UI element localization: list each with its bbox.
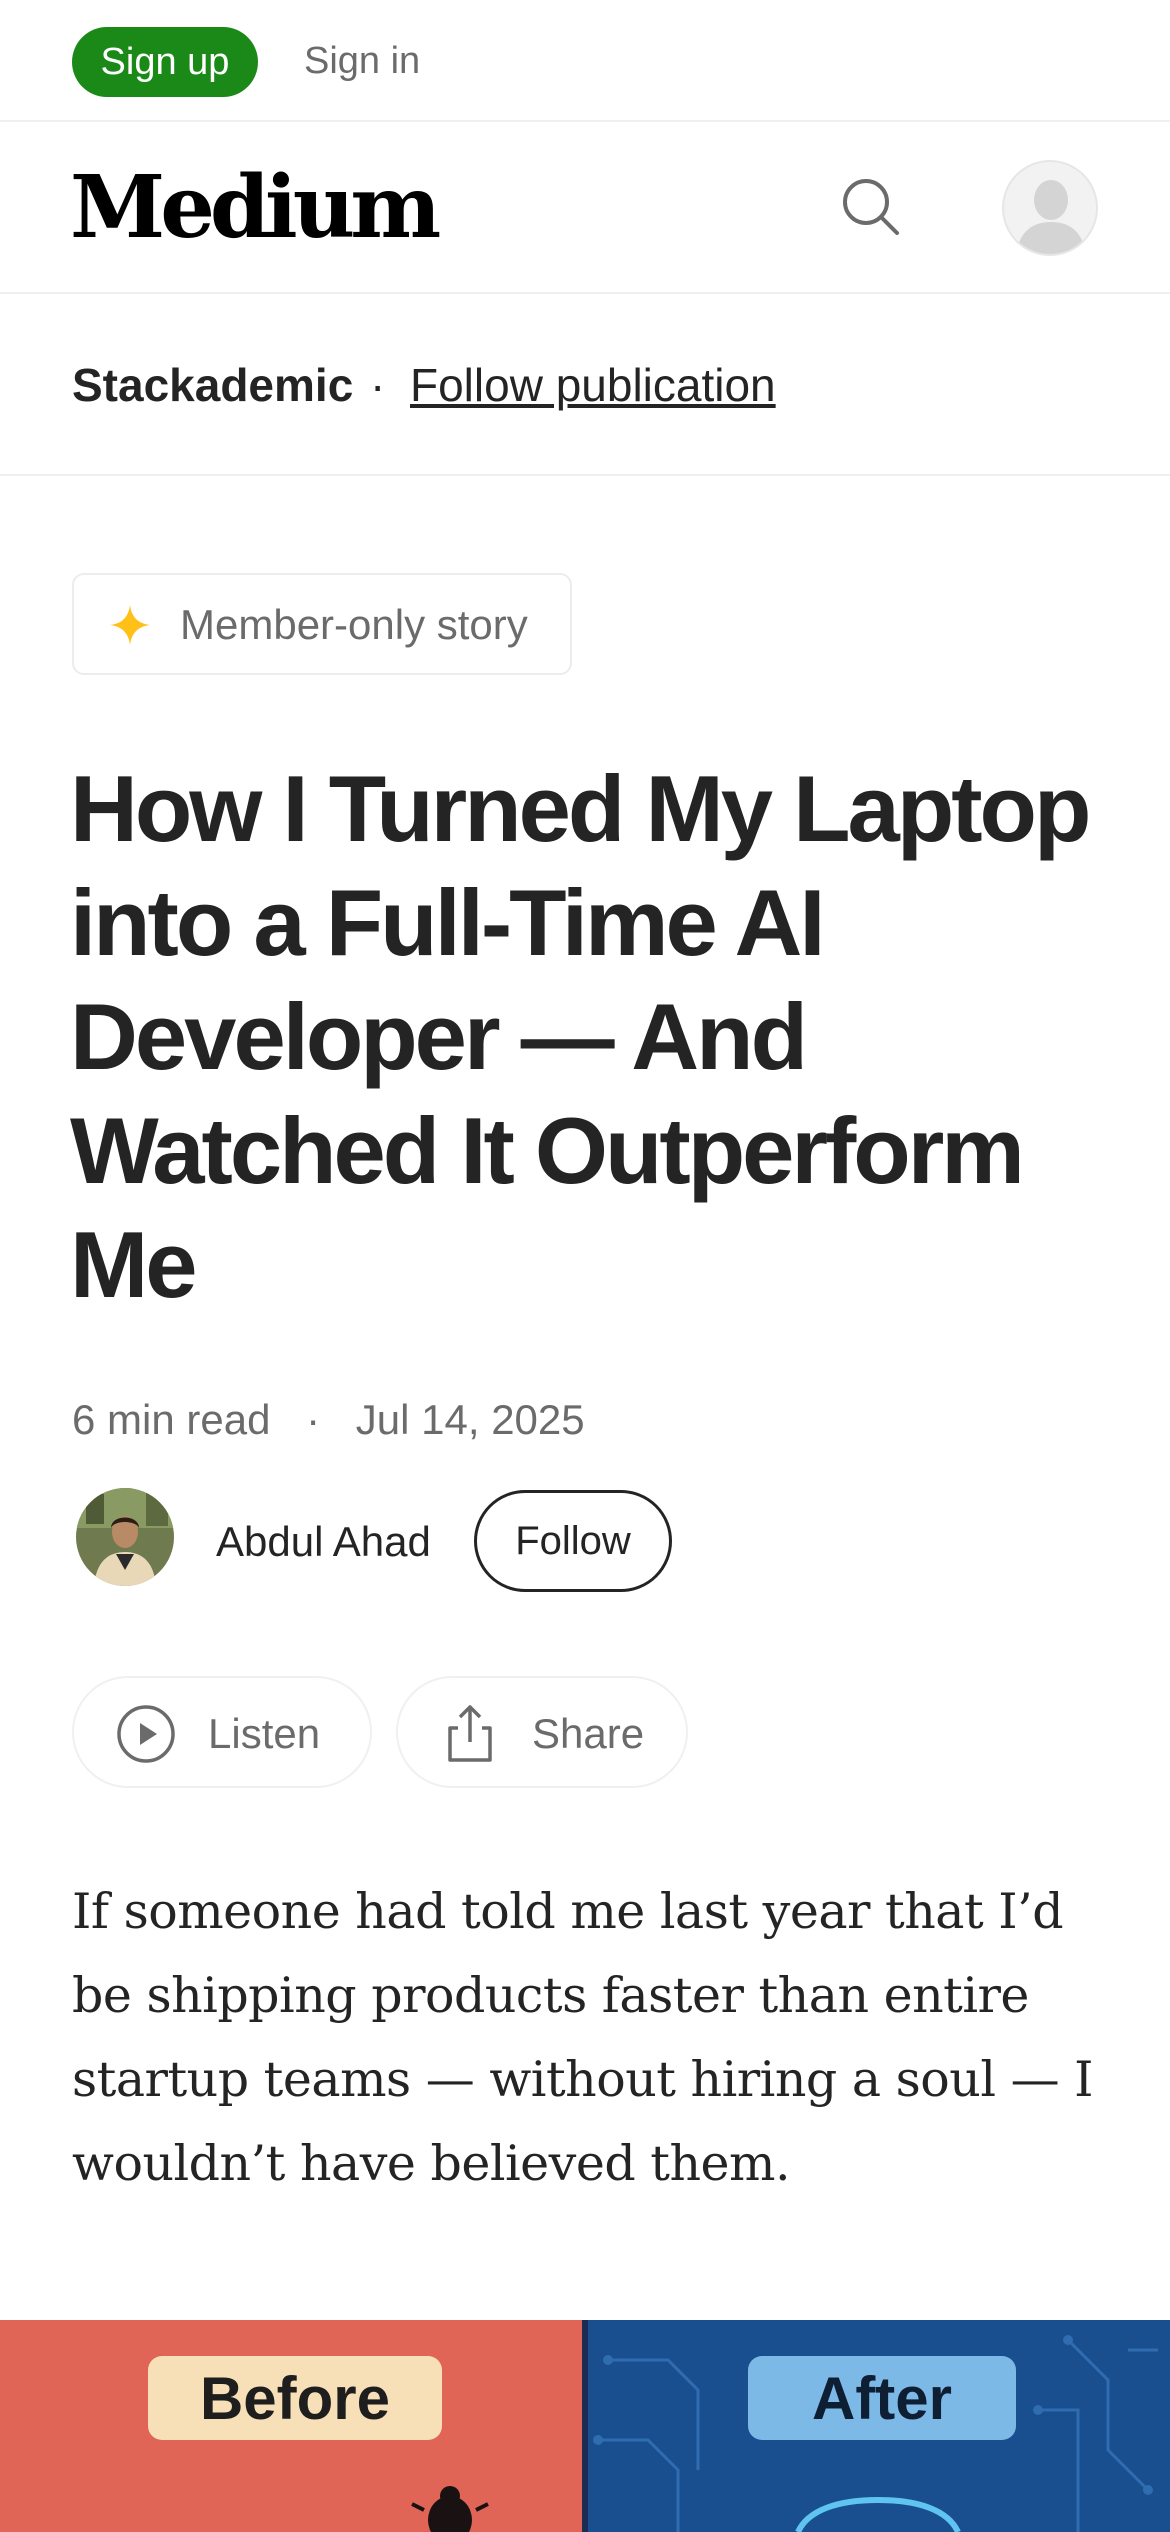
author-name[interactable]: Abdul Ahad xyxy=(216,1514,431,1570)
follow-author-button[interactable]: Follow xyxy=(474,1490,672,1592)
hero-before-panel: Before xyxy=(0,2320,582,2532)
user-avatar-button[interactable] xyxy=(1002,160,1098,256)
member-only-label: Member-only story xyxy=(180,601,528,648)
article-meta: 6 min read · Jul 14, 2025 xyxy=(72,1390,585,1450)
medium-logo[interactable]: Medium xyxy=(70,158,441,258)
user-avatar-icon xyxy=(1016,180,1086,254)
listen-button[interactable]: Listen xyxy=(72,1676,372,1788)
separator-dot: · xyxy=(370,359,386,411)
meta-separator: · xyxy=(306,1396,321,1443)
follow-publication-link[interactable]: Follow publication xyxy=(410,356,776,414)
member-only-badge: Member-only story xyxy=(72,573,572,675)
after-tag: After xyxy=(748,2356,1016,2440)
sign-in-link[interactable]: Sign in xyxy=(304,34,420,88)
share-icon xyxy=(448,1705,492,1762)
article-title: How I Turned My Laptop into a Full-Time … xyxy=(70,756,1091,1317)
hero-image[interactable]: Before After xyxy=(0,2320,1170,2532)
publication-bar: Stackademic · Follow publication xyxy=(0,294,1170,476)
top-bar: Sign up Sign in xyxy=(0,0,1170,122)
publish-date: Jul 14, 2025 xyxy=(355,1396,585,1443)
search-button[interactable] xyxy=(836,172,906,242)
nav-bar: Medium xyxy=(0,122,1170,294)
search-icon xyxy=(843,179,899,235)
play-icon xyxy=(117,1705,175,1763)
share-button[interactable]: Share xyxy=(396,1676,688,1788)
bug-icon xyxy=(411,2486,489,2532)
read-time: 6 min read xyxy=(72,1396,271,1443)
author-photo xyxy=(76,1488,174,1586)
before-tag: Before xyxy=(148,2356,442,2440)
share-label: Share xyxy=(532,1710,645,1757)
publication-name[interactable]: Stackademic xyxy=(72,356,353,414)
sign-up-button[interactable]: Sign up xyxy=(72,27,258,97)
hero-after-panel: After xyxy=(588,2320,1170,2532)
star-icon xyxy=(110,605,150,645)
author-avatar[interactable] xyxy=(76,1488,174,1586)
article-intro-paragraph: If someone had told me last year that I’… xyxy=(72,1883,1094,2192)
listen-label: Listen xyxy=(208,1710,321,1757)
